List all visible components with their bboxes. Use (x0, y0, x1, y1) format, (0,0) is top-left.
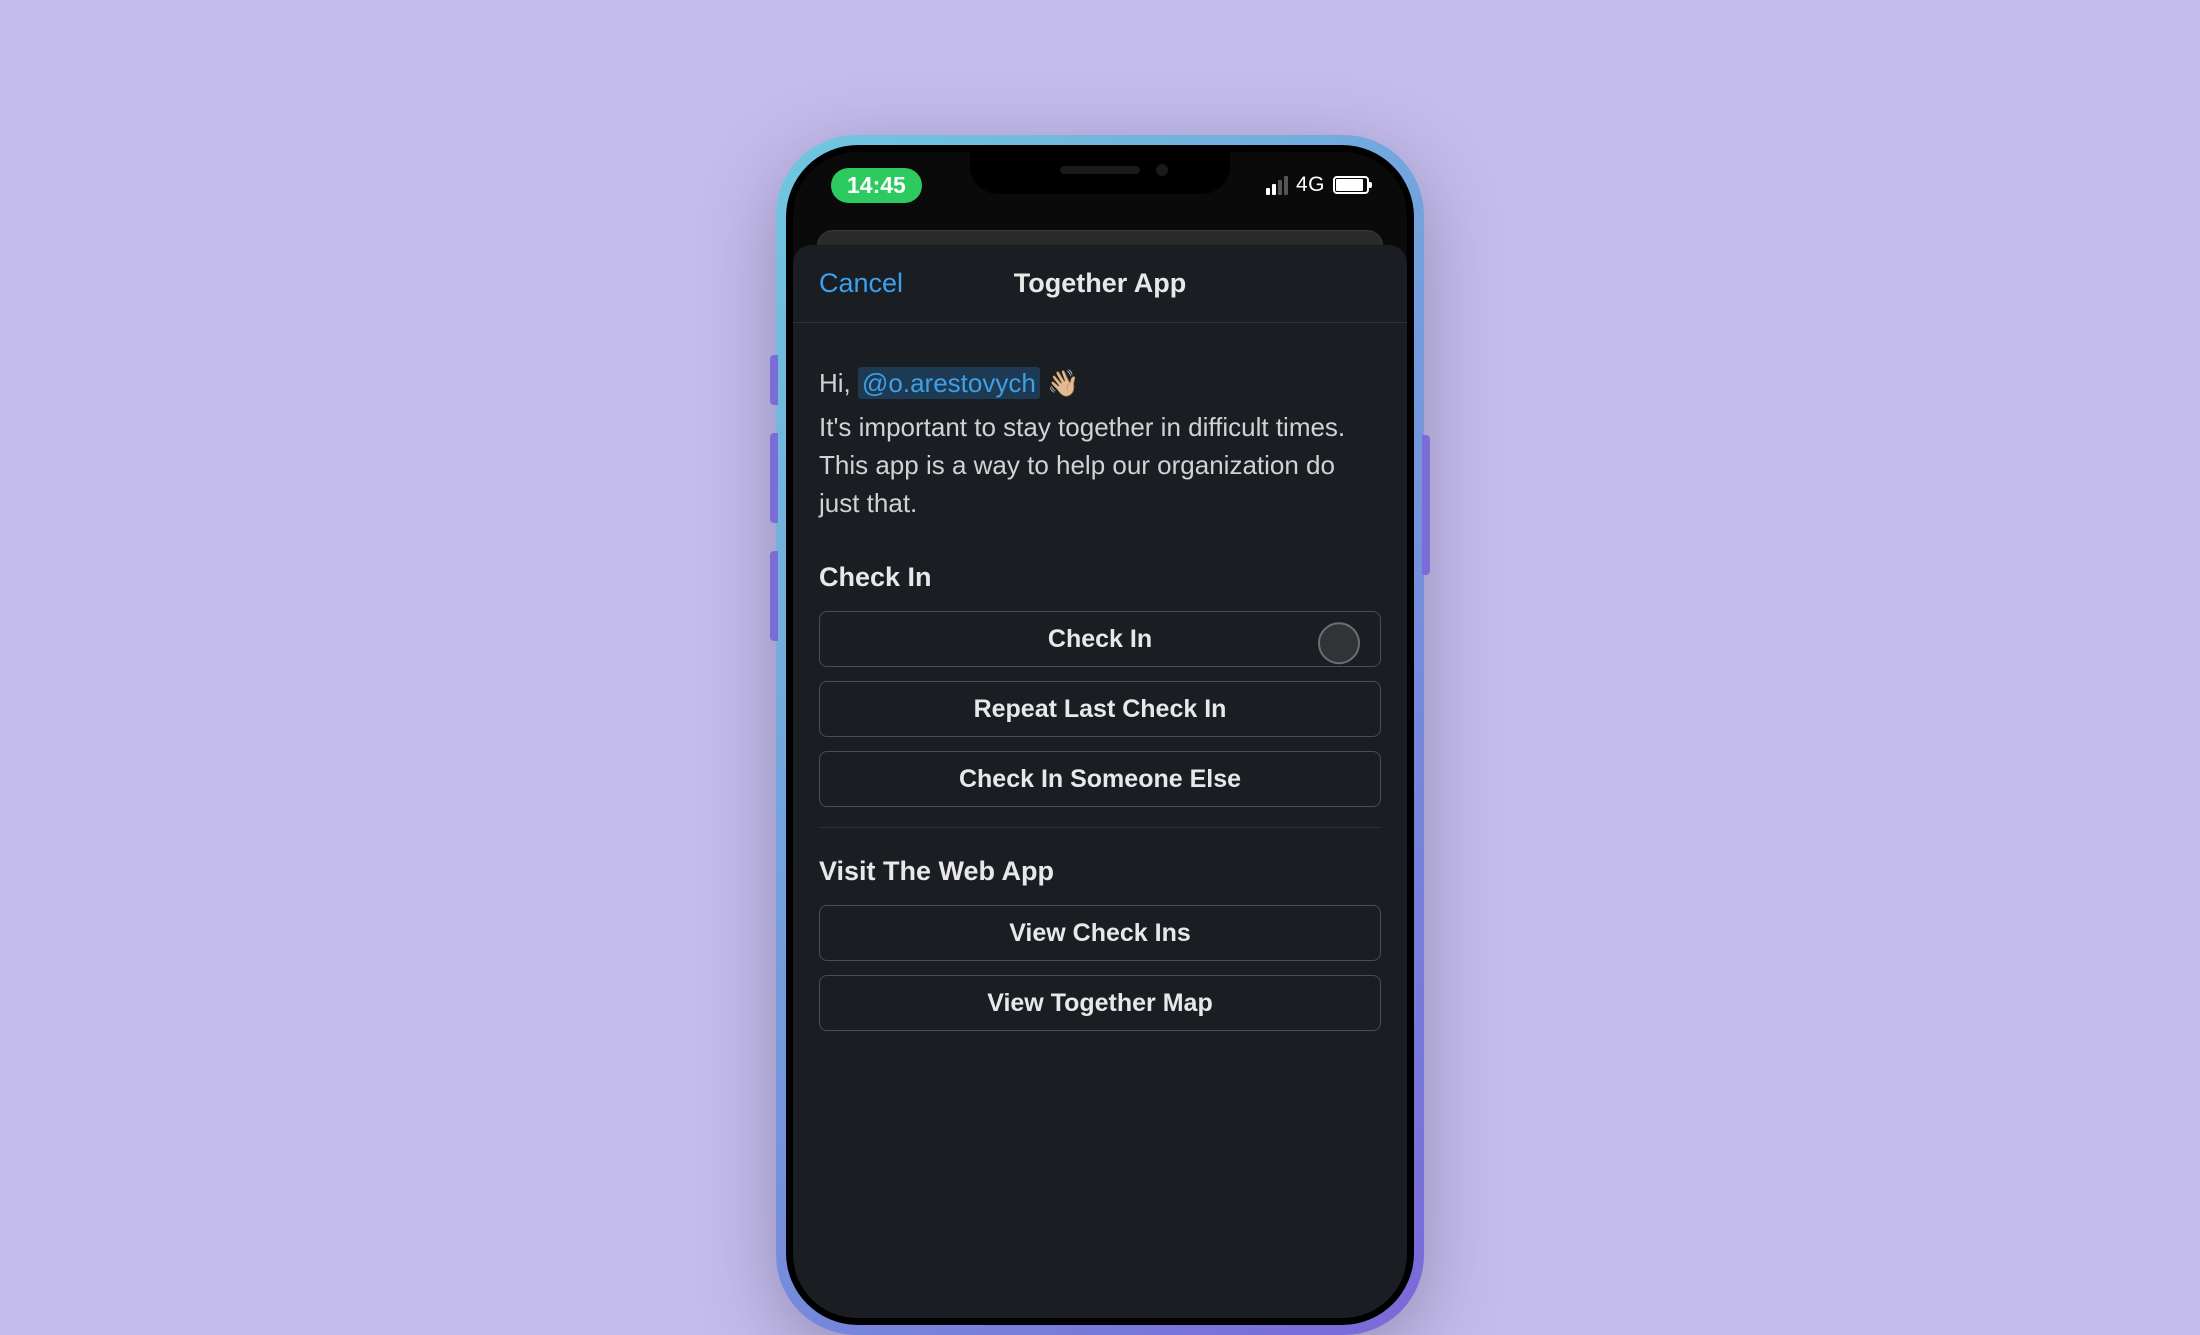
check-in-section: Check In Check In Repeat Last Check In C… (819, 562, 1381, 807)
status-time-pill[interactable]: 14:45 (831, 168, 922, 203)
mute-switch (770, 355, 778, 405)
signal-icon (1266, 176, 1288, 195)
modal-nav-bar: Cancel Together App (793, 245, 1407, 323)
repeat-check-in-label: Repeat Last Check In (974, 695, 1227, 724)
phone-bezel: 14:45 4G Cancel (786, 145, 1414, 1325)
phone-screen: 14:45 4G Cancel (793, 152, 1407, 1318)
check-in-someone-else-label: Check In Someone Else (959, 765, 1241, 794)
volume-down-button (770, 551, 778, 641)
power-button (1422, 435, 1430, 575)
volume-up-button (770, 433, 778, 523)
modal-content: Hi, @o.arestovych 👋🏼 It's important to s… (793, 323, 1407, 1031)
view-together-map-button[interactable]: View Together Map (819, 975, 1381, 1031)
check-in-button-label: Check In (1048, 625, 1152, 654)
phone-frame: 14:45 4G Cancel (776, 135, 1424, 1335)
touch-indicator-icon (1318, 623, 1360, 665)
check-in-section-title: Check In (819, 562, 1381, 593)
web-app-section: Visit The Web App View Check Ins View To… (819, 856, 1381, 1031)
web-app-section-title: Visit The Web App (819, 856, 1381, 887)
status-right-cluster: 4G (1266, 173, 1369, 197)
check-in-someone-else-button[interactable]: Check In Someone Else (819, 751, 1381, 807)
battery-icon (1333, 176, 1369, 194)
modal-sheet: Cancel Together App Hi, @o.arestovych 👋🏼… (793, 245, 1407, 1318)
wave-icon: 👋🏼 (1047, 368, 1079, 398)
phone-notch (970, 152, 1230, 194)
view-check-ins-button[interactable]: View Check Ins (819, 905, 1381, 961)
phone-side-buttons-left (770, 355, 778, 669)
cancel-button[interactable]: Cancel (819, 268, 903, 299)
section-divider (819, 827, 1381, 828)
greeting-text: Hi, @o.arestovych 👋🏼 (819, 365, 1381, 401)
repeat-check-in-button[interactable]: Repeat Last Check In (819, 681, 1381, 737)
greeting-prefix: Hi, (819, 368, 858, 398)
check-in-button[interactable]: Check In (819, 611, 1381, 667)
view-check-ins-label: View Check Ins (1009, 919, 1191, 948)
network-label: 4G (1296, 173, 1325, 197)
view-together-map-label: View Together Map (987, 989, 1213, 1018)
user-mention[interactable]: @o.arestovych (858, 367, 1040, 399)
description-text: It's important to stay together in diffi… (819, 409, 1381, 522)
